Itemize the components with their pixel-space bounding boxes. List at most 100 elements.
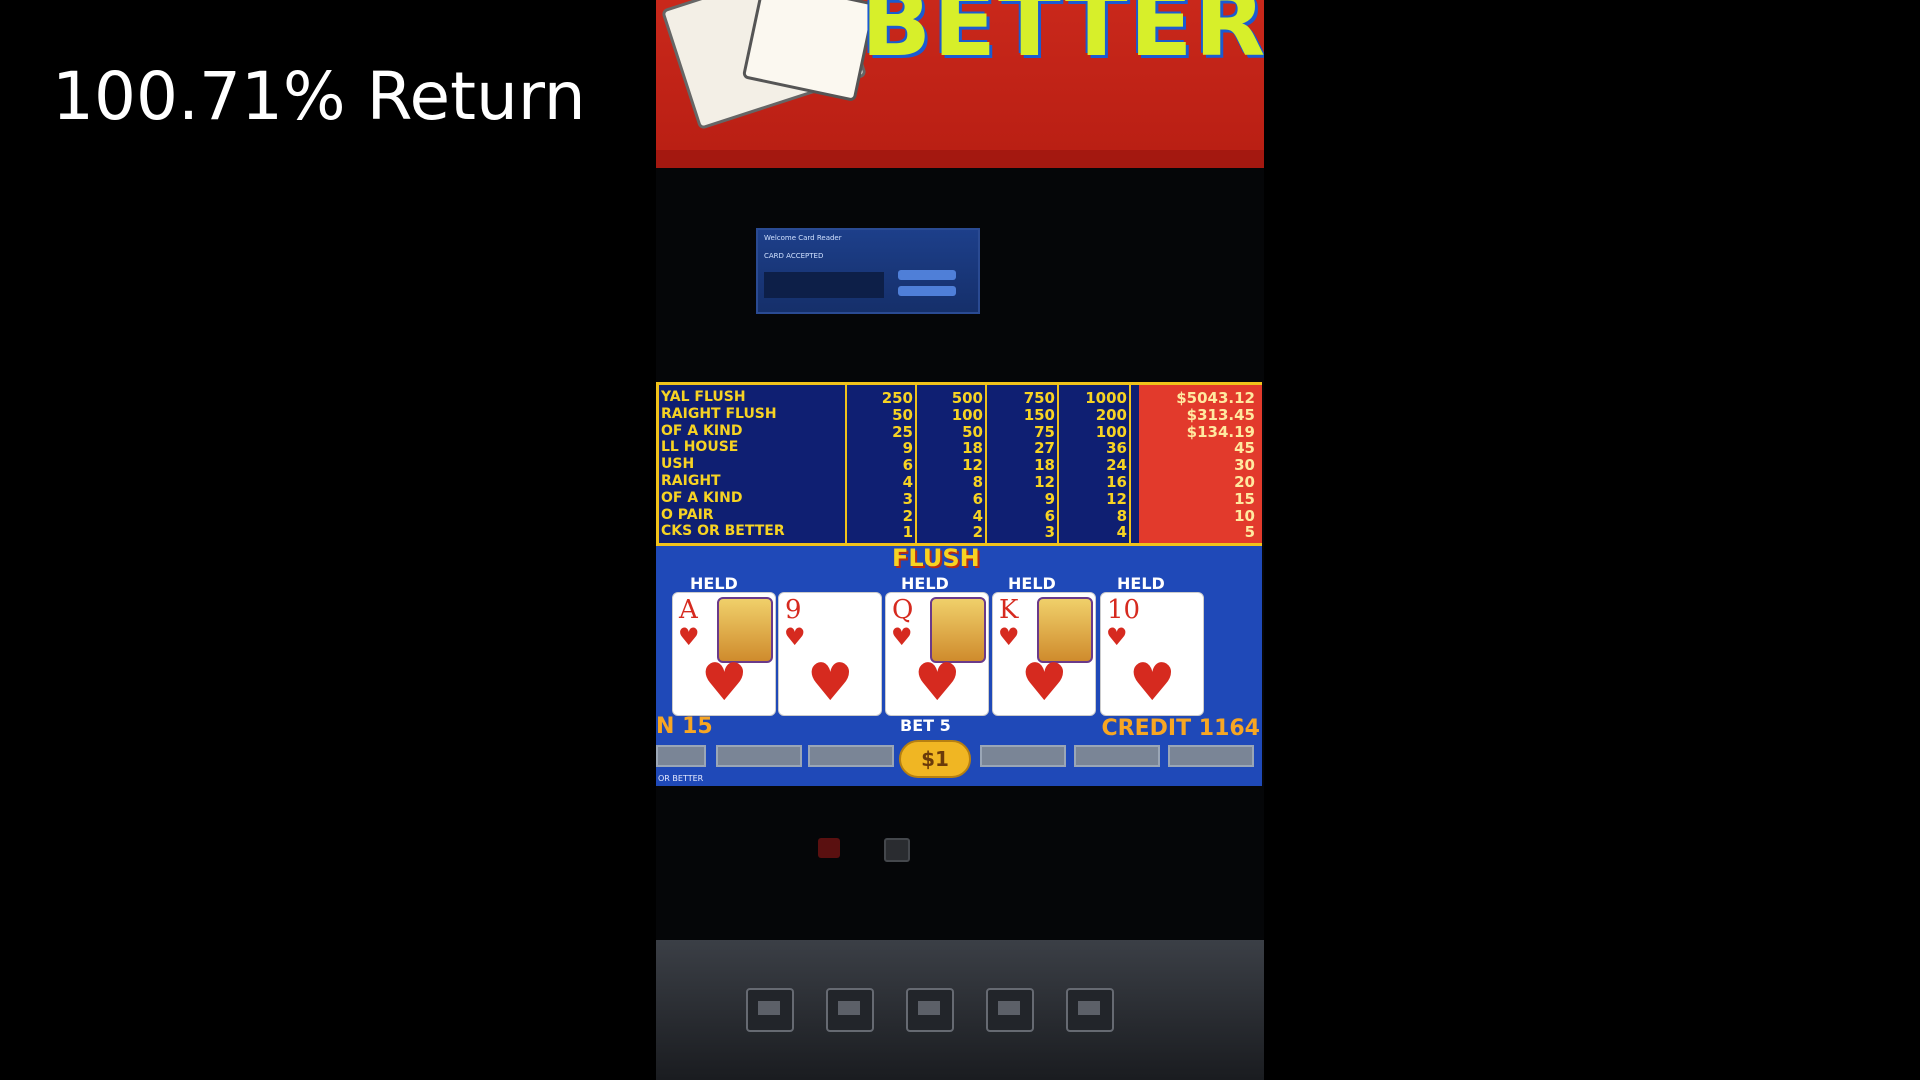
paytable-jackpot: 10 [1234,506,1255,525]
heart-icon: ♥ [1021,653,1068,713]
denomination-button[interactable]: $1 [899,740,971,778]
paytable-payout: 3 [1044,523,1055,542]
screen-button[interactable] [1074,745,1160,767]
card-rank: A [679,595,698,625]
paytable-payout: 9 [902,439,913,458]
paytable-row: LL HOUSE 9 18 27 36 45 [659,439,1265,458]
paytable-hand-name: CKS OR BETTER [661,523,785,540]
held-label: HELD [1117,574,1165,593]
card-reader-button-2[interactable] [898,286,956,296]
game-title: BETTER [861,0,1264,77]
paytable-payout: 6 [902,456,913,475]
paytable-jackpot: $5043.12 [1176,389,1255,407]
paytable-payout: 50 [892,405,913,424]
paytable-row: OF A KIND 25 50 75 100 $134.19 [659,422,1265,441]
paytable-payout: 18 [1034,456,1055,475]
paytable-payout: 100 [1095,422,1127,441]
paytable-jackpot: 5 [1244,523,1255,542]
screen-button[interactable] [808,745,894,767]
paytable-row: YAL FLUSH 250 500 750 1000 $5043.12 [659,389,1265,407]
held-label: HELD [901,574,949,593]
game-screen: YAL FLUSH 250 500 750 1000 $5043.12 RAIGHT FLU… [656,382,1262,786]
paytable-row: RAIGHT FLUSH 50 100 150 200 $313.45 [659,405,1265,424]
game-topper: BETTER [656,0,1264,168]
topper-stripe [656,150,1264,168]
slot-machine: BETTER Welcome Card Reader CARD ACCEPTED… [656,0,1264,1080]
paytable-payout: 100 [951,405,983,424]
hold-button-2[interactable] [826,988,874,1032]
paytable-hand-name: RAIGHT FLUSH [661,405,777,422]
paytable-payout: 2 [902,506,913,525]
screen-button[interactable] [1168,745,1254,767]
paytable: YAL FLUSH 250 500 750 1000 $5043.12 RAIGHT FLU… [656,382,1262,546]
playing-card[interactable]: Q ♥ ♥ [885,592,989,716]
win-amount: N 15 [656,714,713,739]
screen-button[interactable] [980,745,1066,767]
paytable-jackpot: 15 [1234,489,1255,508]
paytable-payout: 1000 [1085,389,1127,407]
paytable-payout: 25 [892,422,913,441]
indicator-light [818,838,840,858]
game-name-label: OR BETTER [658,774,704,783]
paytable-hand-name: YAL FLUSH [661,389,746,405]
paytable-jackpot: $313.45 [1186,405,1255,424]
paytable-payout: 27 [1034,439,1055,458]
card-reader-button-1[interactable] [898,270,956,280]
overlay-title: 100.71% Return [52,58,586,135]
paytable-row: USH 6 12 18 24 30 [659,456,1265,475]
paytable-payout: 250 [881,389,913,407]
paytable-row: CKS OR BETTER 1 2 3 4 5 [659,523,1265,542]
paytable-jackpot: 45 [1234,439,1255,458]
paytable-row: OF A KIND 3 6 9 12 15 [659,489,1265,508]
paytable-payout: 8 [1116,506,1127,525]
card-rank: K [999,595,1019,625]
heart-icon: ♥ [784,623,806,651]
screen-button[interactable] [656,745,706,767]
heart-icon: ♥ [1129,653,1176,713]
card-rank: 10 [1107,595,1141,625]
playing-card[interactable]: K ♥ ♥ [992,592,1096,716]
paytable-jackpot: 20 [1234,473,1255,491]
card-rank: 9 [785,595,802,625]
paytable-payout: 4 [1116,523,1127,542]
playing-card[interactable]: 10 ♥ ♥ [1100,592,1204,716]
paytable-row: RAIGHT 4 8 12 16 20 [659,473,1265,491]
paytable-payout: 24 [1106,456,1127,475]
paytable-row: O PAIR 2 4 6 8 10 [659,506,1265,525]
bet-amount: BET 5 [900,716,951,735]
paytable-hand-name: O PAIR [661,506,714,523]
hold-button-4[interactable] [986,988,1034,1032]
paytable-payout: 8 [972,473,983,491]
paytable-payout: 2 [972,523,983,542]
card-reader-line1: Welcome Card Reader [764,234,842,242]
card-reader-display: Welcome Card Reader CARD ACCEPTED [756,228,980,314]
card-rank: Q [892,595,914,625]
paytable-hand-name: LL HOUSE [661,439,739,456]
paytable-jackpot: 30 [1234,456,1255,475]
heart-icon: ♥ [1106,623,1128,651]
paytable-payout: 12 [1034,473,1055,491]
playing-card[interactable]: 9 ♥ ♥ [778,592,882,716]
hold-button-1[interactable] [746,988,794,1032]
heart-icon: ♥ [807,653,854,713]
heart-icon: ♥ [998,623,1020,651]
card-reader-line2: CARD ACCEPTED [764,252,824,260]
paytable-payout: 36 [1106,439,1127,458]
paytable-payout: 150 [1023,405,1055,424]
hand-result: FLUSH [892,544,980,572]
indicator-light [884,838,910,862]
paytable-hand-name: USH [661,456,695,473]
paytable-payout: 500 [951,389,983,407]
paytable-payout: 12 [962,456,983,475]
screen-button[interactable] [716,745,802,767]
paytable-hand-name: OF A KIND [661,422,743,439]
paytable-payout: 4 [902,473,913,491]
paytable-payout: 18 [962,439,983,458]
paytable-payout: 6 [972,489,983,508]
hold-button-3[interactable] [906,988,954,1032]
playing-card[interactable]: A ♥ ♥ [672,592,776,716]
hold-button-5[interactable] [1066,988,1114,1032]
paytable-payout: 200 [1095,405,1127,424]
paytable-jackpot: $134.19 [1186,422,1255,441]
paytable-payout: 6 [1044,506,1055,525]
